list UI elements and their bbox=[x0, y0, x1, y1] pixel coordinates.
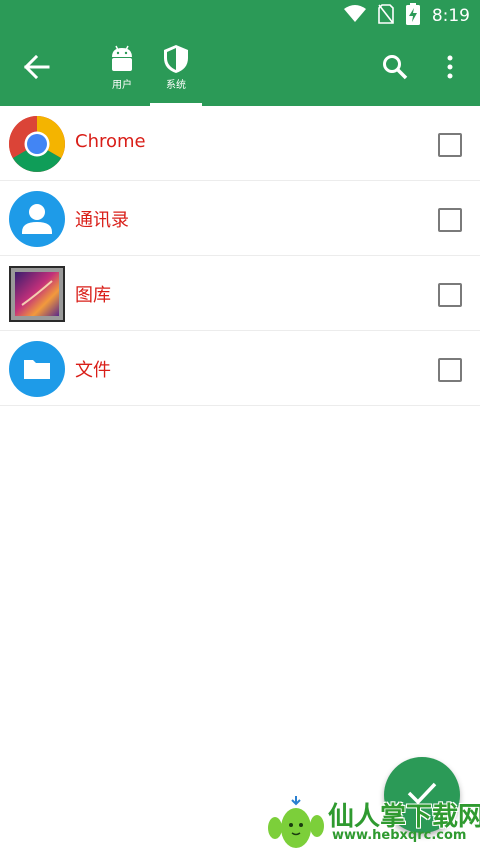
more-vert-icon bbox=[447, 55, 453, 83]
more-options-button[interactable] bbox=[436, 52, 464, 86]
app-name: 通讯录 bbox=[75, 210, 129, 231]
tab-user-label: 用户 bbox=[112, 80, 132, 91]
list-item[interactable]: Chrome bbox=[0, 106, 480, 181]
status-icons: 8:19 bbox=[343, 3, 470, 29]
wifi-icon bbox=[343, 5, 366, 27]
status-time: 8:19 bbox=[431, 6, 470, 26]
app-name: 文件 bbox=[75, 360, 111, 381]
select-checkbox[interactable] bbox=[438, 358, 462, 382]
search-button[interactable] bbox=[378, 52, 412, 86]
list-item[interactable]: 图库 bbox=[0, 256, 480, 331]
android-icon bbox=[107, 44, 137, 74]
tab-user[interactable]: 用户 bbox=[96, 44, 148, 106]
gallery-icon bbox=[8, 265, 66, 323]
list-item[interactable]: 通讯录 bbox=[0, 181, 480, 256]
select-checkbox[interactable] bbox=[438, 283, 462, 307]
no-sim-icon bbox=[378, 4, 394, 28]
list-item[interactable]: 文件 bbox=[0, 331, 480, 406]
app-name: Chrome bbox=[75, 131, 146, 152]
back-button[interactable] bbox=[20, 52, 54, 86]
app-list: Chrome 通讯录 图库 文件 bbox=[0, 106, 480, 406]
watermark-url: www.hebxqrc.com bbox=[332, 828, 467, 843]
tab-system[interactable]: 系统 bbox=[150, 44, 202, 106]
select-checkbox[interactable] bbox=[438, 208, 462, 232]
contacts-icon bbox=[8, 190, 66, 248]
select-checkbox[interactable] bbox=[438, 133, 462, 157]
watermark: 仙人掌下载网 www.hebxqrc.com bbox=[266, 794, 480, 853]
search-icon bbox=[382, 54, 408, 84]
files-icon bbox=[8, 340, 66, 398]
battery-charging-icon bbox=[405, 3, 420, 29]
cactus-logo bbox=[266, 796, 328, 856]
status-bar: 8:19 bbox=[0, 0, 480, 32]
tab-system-label: 系统 bbox=[166, 80, 186, 91]
app-bar: 用户 系统 bbox=[0, 32, 480, 106]
app-name: 图库 bbox=[75, 285, 111, 306]
chrome-icon bbox=[8, 115, 66, 173]
shield-icon bbox=[161, 44, 191, 74]
arrow-left-icon bbox=[23, 54, 50, 83]
